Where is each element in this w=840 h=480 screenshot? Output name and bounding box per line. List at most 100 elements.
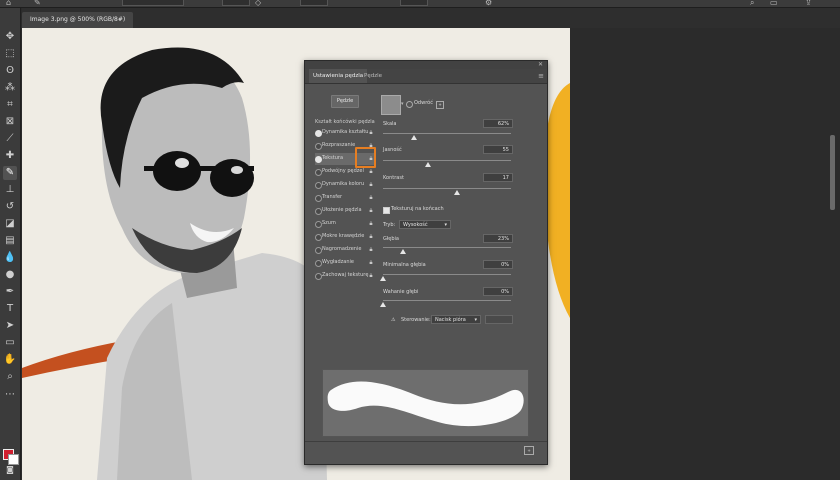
brightness-slider-track[interactable] bbox=[383, 160, 511, 161]
depth-value-field[interactable]: 23% bbox=[483, 234, 513, 243]
list-item-build-up[interactable]: Nagromadzenie bbox=[315, 244, 375, 256]
checkbox[interactable] bbox=[315, 260, 322, 267]
document-tab[interactable]: Image 3.png @ 500% (RGB/8#) bbox=[22, 12, 134, 28]
lock-icon[interactable]: 🔒︎ bbox=[368, 207, 374, 215]
close-icon[interactable]: ✕ bbox=[538, 61, 543, 68]
more-icon[interactable]: ⋯ bbox=[3, 388, 17, 402]
control-select[interactable]: Nacisk pióra ▾ bbox=[431, 315, 481, 324]
settings-gear-icon[interactable]: ⚙ bbox=[485, 0, 492, 7]
marquee-icon[interactable]: ⬚ bbox=[3, 47, 17, 61]
list-item-brush-pose[interactable]: Ułożenie pędzla bbox=[315, 205, 375, 217]
gradient-icon[interactable]: ▤ bbox=[3, 234, 17, 248]
list-item-shape-dynamics[interactable]: Dynamika kształtu bbox=[315, 127, 375, 139]
checkbox[interactable] bbox=[315, 143, 322, 150]
list-item-protect-texture[interactable]: Zachowaj teksturę bbox=[315, 270, 375, 282]
depth-jitter-slider-thumb[interactable] bbox=[380, 302, 386, 307]
lock-icon[interactable]: 🔒︎ bbox=[368, 181, 374, 189]
eyedropper-icon[interactable]: ⟋ bbox=[3, 132, 17, 146]
lock-icon[interactable]: 🔒︎ bbox=[368, 220, 374, 228]
lock-icon[interactable]: 🔒︎ bbox=[368, 246, 374, 254]
checkbox[interactable] bbox=[315, 273, 322, 280]
list-item-color-dynamics[interactable]: Dynamika koloru bbox=[315, 179, 375, 191]
brush-tip-shape-header[interactable]: Kształt końcówki pędzla bbox=[315, 119, 375, 125]
list-item-transfer[interactable]: Transfer bbox=[315, 192, 375, 204]
stamp-icon[interactable]: ⊥ bbox=[3, 183, 17, 197]
lock-icon[interactable]: 🔒︎ bbox=[368, 168, 374, 176]
tab-brushes[interactable]: Pędzle bbox=[360, 69, 386, 83]
checkbox[interactable] bbox=[315, 195, 322, 202]
zoom-icon[interactable]: ⌕ bbox=[3, 370, 17, 384]
dodge-icon[interactable]: ● bbox=[3, 268, 17, 282]
min-depth-value-field[interactable]: 0% bbox=[483, 260, 513, 269]
quick-select-icon[interactable]: ⁂ bbox=[3, 81, 17, 95]
panel-menu-icon[interactable]: ≡ bbox=[538, 72, 544, 80]
lock-icon[interactable]: 🔒︎ bbox=[368, 129, 374, 137]
depth-slider-thumb[interactable] bbox=[400, 249, 407, 254]
contrast-slider-thumb[interactable] bbox=[454, 190, 461, 195]
eraser-icon[interactable]: ◪ bbox=[3, 217, 17, 231]
checkbox[interactable] bbox=[315, 156, 322, 163]
flow-field[interactable] bbox=[300, 0, 328, 6]
depth-slider-track[interactable] bbox=[383, 247, 511, 248]
lasso-icon[interactable]: ʘ bbox=[3, 64, 17, 78]
tab-brush-settings[interactable]: Ustawienia pędzla bbox=[309, 69, 368, 83]
chevron-down-icon[interactable]: ▾ bbox=[401, 101, 404, 107]
brightness-value-field[interactable]: 55 bbox=[483, 145, 513, 154]
mode-select[interactable] bbox=[122, 0, 184, 6]
lock-icon[interactable]: 🔒︎ bbox=[368, 259, 374, 267]
depth-jitter-slider-track[interactable] bbox=[383, 300, 511, 301]
list-item-noise[interactable]: Szum bbox=[315, 218, 375, 230]
hand-icon[interactable]: ✋ bbox=[3, 353, 17, 367]
blur-icon[interactable]: 💧 bbox=[3, 251, 17, 265]
frame-icon[interactable]: ⊠ bbox=[3, 115, 17, 129]
rectangle-icon[interactable]: ▭ bbox=[3, 336, 17, 350]
min-depth-slider-track[interactable] bbox=[383, 274, 511, 275]
type-icon[interactable]: T bbox=[3, 302, 17, 316]
texture-each-tip-checkbox[interactable] bbox=[383, 207, 390, 214]
pressure-opacity-icon[interactable]: ◇ bbox=[255, 0, 261, 7]
invert-checkbox[interactable] bbox=[406, 101, 413, 108]
brightness-slider-thumb[interactable] bbox=[424, 162, 431, 167]
checkbox[interactable] bbox=[315, 169, 322, 176]
home-icon[interactable]: ⌂ bbox=[6, 0, 11, 7]
checkbox[interactable] bbox=[315, 208, 322, 215]
scale-value-field[interactable]: 62% bbox=[483, 119, 513, 128]
checkbox[interactable] bbox=[315, 182, 322, 189]
panel-titlebar[interactable]: ✕ bbox=[305, 61, 547, 69]
scale-slider-track[interactable] bbox=[383, 133, 511, 134]
workspace-icon[interactable]: ▭ bbox=[770, 0, 778, 7]
crop-icon[interactable]: ⌗ bbox=[3, 98, 17, 112]
brushes-button[interactable]: Pędzle bbox=[331, 95, 359, 108]
checkbox[interactable] bbox=[315, 130, 322, 137]
contrast-value-field[interactable]: 17 bbox=[483, 173, 513, 182]
share-icon[interactable]: ⇪ bbox=[805, 0, 812, 7]
opacity-field[interactable] bbox=[222, 0, 250, 6]
lock-icon[interactable]: 🔒︎ bbox=[368, 272, 374, 280]
contrast-slider-track[interactable] bbox=[383, 188, 511, 189]
new-brush-icon[interactable]: + bbox=[524, 446, 534, 455]
history-brush-icon[interactable]: ↺ bbox=[3, 200, 17, 214]
vertical-scrollbar[interactable] bbox=[830, 135, 835, 210]
pen-icon[interactable]: ✒ bbox=[3, 285, 17, 299]
smoothing-field[interactable] bbox=[400, 0, 428, 6]
texture-pattern-swatch[interactable] bbox=[381, 95, 401, 115]
healing-icon[interactable]: ✚ bbox=[3, 149, 17, 163]
scale-slider-thumb[interactable] bbox=[410, 135, 417, 140]
quick-mask-icon[interactable]: ◙ bbox=[3, 463, 17, 477]
path-select-icon[interactable]: ➤ bbox=[3, 319, 17, 333]
move-icon[interactable]: ✥ bbox=[3, 30, 17, 44]
checkbox[interactable] bbox=[315, 234, 322, 241]
list-item-wet-edges[interactable]: Mokre krawędzie bbox=[315, 231, 375, 243]
checkbox[interactable] bbox=[315, 221, 322, 228]
depth-jitter-value-field[interactable]: 0% bbox=[483, 287, 513, 296]
search-icon[interactable]: ⌕ bbox=[750, 0, 754, 7]
checkbox[interactable] bbox=[315, 247, 322, 254]
mode-select[interactable]: Wysokość ▾ bbox=[399, 220, 451, 229]
min-depth-slider-thumb[interactable] bbox=[380, 276, 386, 281]
new-pattern-icon[interactable]: + bbox=[436, 101, 444, 109]
lock-icon[interactable]: 🔒︎ bbox=[368, 194, 374, 202]
brush-preset-icon[interactable]: ✎ bbox=[34, 0, 41, 7]
lock-icon[interactable]: 🔒︎ bbox=[368, 233, 374, 241]
brush-icon[interactable]: ✎ bbox=[3, 166, 17, 180]
list-item-smoothing[interactable]: Wygładzanie bbox=[315, 257, 375, 269]
